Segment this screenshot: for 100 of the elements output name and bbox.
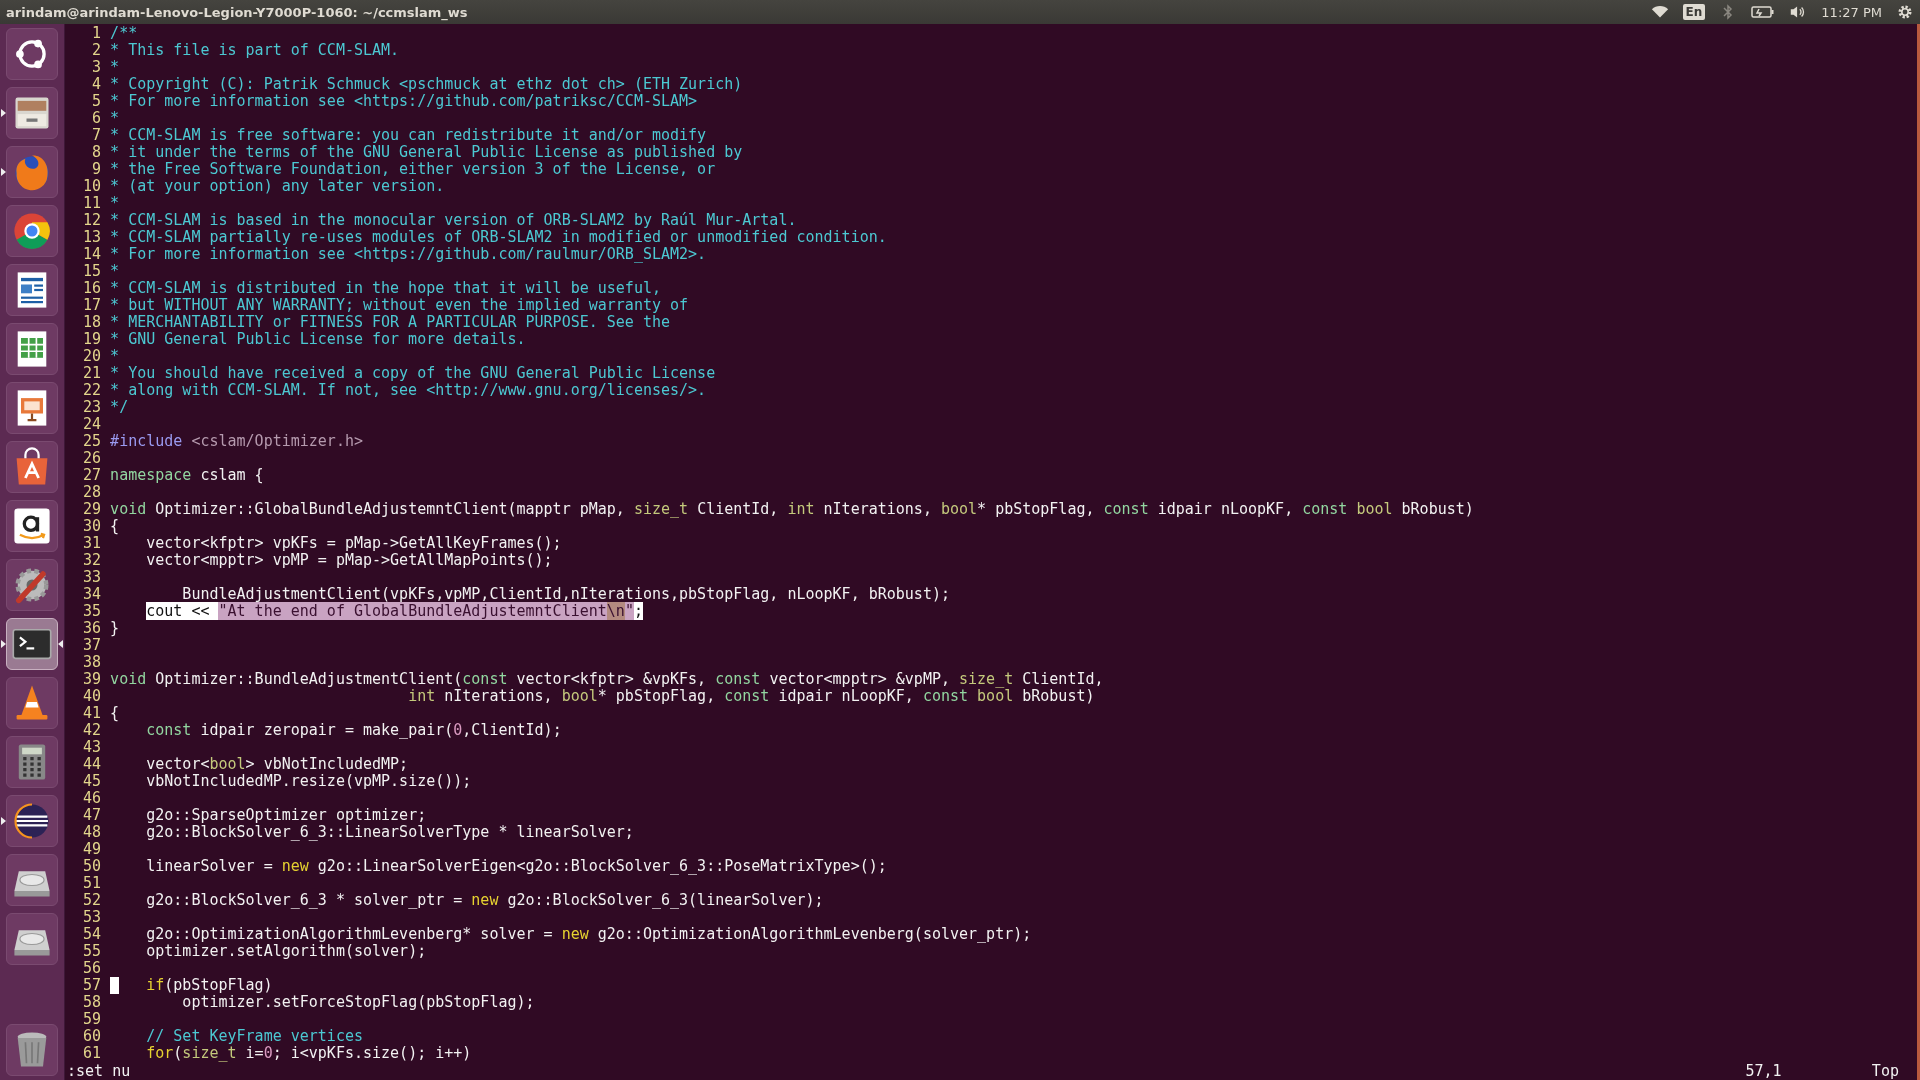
wifi-icon[interactable] — [1650, 4, 1669, 20]
line-number: 51 — [82, 875, 102, 892]
code-line: * Copyright (C): Patrik Schmuck <pschmuck at ethz dot ch> (ETH Zurich) — [110, 76, 743, 93]
code-line: * the Free Software Foundation, either version 3 of the License, or — [110, 161, 716, 178]
line-number: 7 — [91, 127, 102, 144]
code-line: cout << "At the end of GlobalBundleAdjustemntClient\n"; — [145, 603, 643, 620]
launcher-button[interactable] — [6, 736, 58, 788]
line-number: 26 — [82, 450, 102, 467]
line-number: 58 — [82, 994, 102, 1011]
line-number: 41 — [82, 705, 102, 722]
code-line: { — [110, 705, 120, 722]
code-line: const idpair zeropair = make_pair(0,ClientId); — [145, 722, 562, 739]
command-line: :set nu — [67, 1063, 132, 1080]
line-number: 46 — [82, 790, 102, 807]
code-line: * CCM-SLAM is free software: you can redistribute it and/or modify — [110, 127, 707, 144]
launcher-button[interactable] — [6, 500, 58, 552]
code-line: * (at your option) any later version. — [110, 178, 445, 195]
code-line: * — [110, 59, 120, 76]
line-number: 52 — [82, 892, 102, 909]
launcher-button[interactable] — [6, 323, 58, 375]
launcher-button[interactable] — [6, 854, 58, 906]
code-line: #include <cslam/Optimizer.h> — [110, 433, 363, 450]
code-line: * For more information see <https://github.com/patriksc/CCM-SLAM> — [110, 93, 698, 110]
code-line: optimizer.setAlgorithm(solver); — [145, 943, 427, 960]
settings-icon[interactable] — [1896, 4, 1914, 20]
battery-icon[interactable] — [1751, 4, 1776, 20]
code-line: } — [110, 620, 120, 637]
line-number: 28 — [82, 484, 102, 501]
launcher-button[interactable] — [6, 382, 58, 434]
launcher-button[interactable] — [6, 87, 58, 139]
code-line: * — [110, 110, 120, 127]
line-number: 42 — [82, 722, 102, 739]
line-number: 61 — [82, 1045, 102, 1062]
line-number: 5 — [91, 93, 102, 110]
code-line: vector<mpptr> vpMP = pMap->GetAllMapPoints(); — [145, 552, 553, 569]
line-number: 33 — [82, 569, 102, 586]
code-line: linearSolver = new g2o::LinearSolverEigen<g2o::BlockSolver_6_3::PoseMatrixType>(); — [145, 858, 887, 875]
line-number: 11 — [82, 195, 102, 212]
line-number: 14 — [82, 246, 102, 263]
line-number: 34 — [82, 586, 102, 603]
launcher-button[interactable] — [6, 205, 58, 257]
line-number: 60 — [82, 1028, 102, 1045]
line-number: 1 — [91, 25, 102, 42]
line-number: 23 — [82, 399, 102, 416]
scroll-position: Top — [1871, 1063, 1900, 1080]
line-number: 16 — [82, 280, 102, 297]
line-number: 48 — [82, 824, 102, 841]
line-number: 6 — [91, 110, 102, 127]
code-line: * — [110, 263, 120, 280]
line-number: 57 — [82, 977, 102, 994]
launcher-button[interactable] — [6, 677, 58, 729]
line-number: 20 — [82, 348, 102, 365]
line-number: 10 — [82, 178, 102, 195]
line-number: 2 — [91, 42, 102, 59]
code-line: * This file is part of CCM-SLAM. — [110, 42, 400, 59]
line-number: 44 — [82, 756, 102, 773]
line-number: 24 — [82, 416, 102, 433]
line-number: 43 — [82, 739, 102, 756]
code-line: g2o::BlockSolver_6_3::LinearSolverType * linearSolver; — [145, 824, 634, 841]
window-title: arindam@arindam-Lenovo-Legion-Y7000P-1060: ~/ccmslam_ws — [6, 4, 468, 20]
code-line: * — [110, 348, 120, 365]
code-line: * but WITHOUT ANY WARRANTY; without even the implied warranty of — [110, 297, 689, 314]
line-number: 36 — [82, 620, 102, 637]
code-line: g2o::BlockSolver_6_3 * solver_ptr = new g2o::BlockSolver_6_3(linearSolver); — [145, 892, 824, 909]
line-number: 40 — [82, 688, 102, 705]
code-line: * it under the terms of the GNU General Public License as published by — [110, 144, 743, 161]
code-line: * GNU General Public License for more details. — [110, 331, 526, 348]
text-cursor — [110, 977, 120, 994]
line-number: 15 — [82, 263, 102, 280]
keyboard-layout-indicator[interactable]: En — [1682, 4, 1706, 20]
launcher-button[interactable] — [6, 795, 58, 847]
cursor-position: 57,1 — [1745, 1063, 1783, 1080]
clock[interactable]: 11:27 PM — [1821, 4, 1882, 20]
line-number: 47 — [82, 807, 102, 824]
line-number: 22 — [82, 382, 102, 399]
launcher-button[interactable] — [6, 913, 58, 965]
launcher-button[interactable] — [6, 618, 58, 670]
code-line: * CCM-SLAM is based in the monocular version of ORB-SLAM2 by Raúl Mur-Artal. — [110, 212, 797, 229]
code-line: * You should have received a copy of the GNU General Public License — [110, 365, 716, 382]
launcher-button[interactable] — [6, 264, 58, 316]
launcher-button[interactable] — [6, 28, 58, 80]
line-number: 12 — [82, 212, 102, 229]
line-number: 27 — [82, 467, 102, 484]
line-number: 25 — [82, 433, 102, 450]
code-line: vector<kfptr> vpKFs = pMap->GetAllKeyFrames(); — [145, 535, 562, 552]
code-line: * CCM-SLAM partially re-uses modules of ORB-SLAM2 in modified or unmodified condition. — [110, 229, 887, 246]
line-number: 31 — [82, 535, 102, 552]
line-number: 21 — [82, 365, 102, 382]
line-number: 55 — [82, 943, 102, 960]
code-line: * CCM-SLAM is distributed in the hope that it will be useful, — [110, 280, 661, 297]
code-line: /** — [110, 25, 138, 42]
line-number: 29 — [82, 501, 102, 518]
code-line: g2o::OptimizationAlgorithmLevenberg* solver = new g2o::OptimizationAlgorithmLevenberg(solver_ptr); — [145, 926, 1032, 943]
code-line: optimizer.setForceStopFlag(pbStopFlag); — [181, 994, 535, 1011]
line-number: 19 — [82, 331, 102, 348]
line-number: 9 — [91, 161, 102, 178]
launcher-button[interactable] — [6, 441, 58, 493]
code-line: * MERCHANTABILITY or FITNESS FOR A PARTICULAR PURPOSE. See the — [110, 314, 671, 331]
line-number: 17 — [82, 297, 102, 314]
line-number: 39 — [82, 671, 102, 688]
